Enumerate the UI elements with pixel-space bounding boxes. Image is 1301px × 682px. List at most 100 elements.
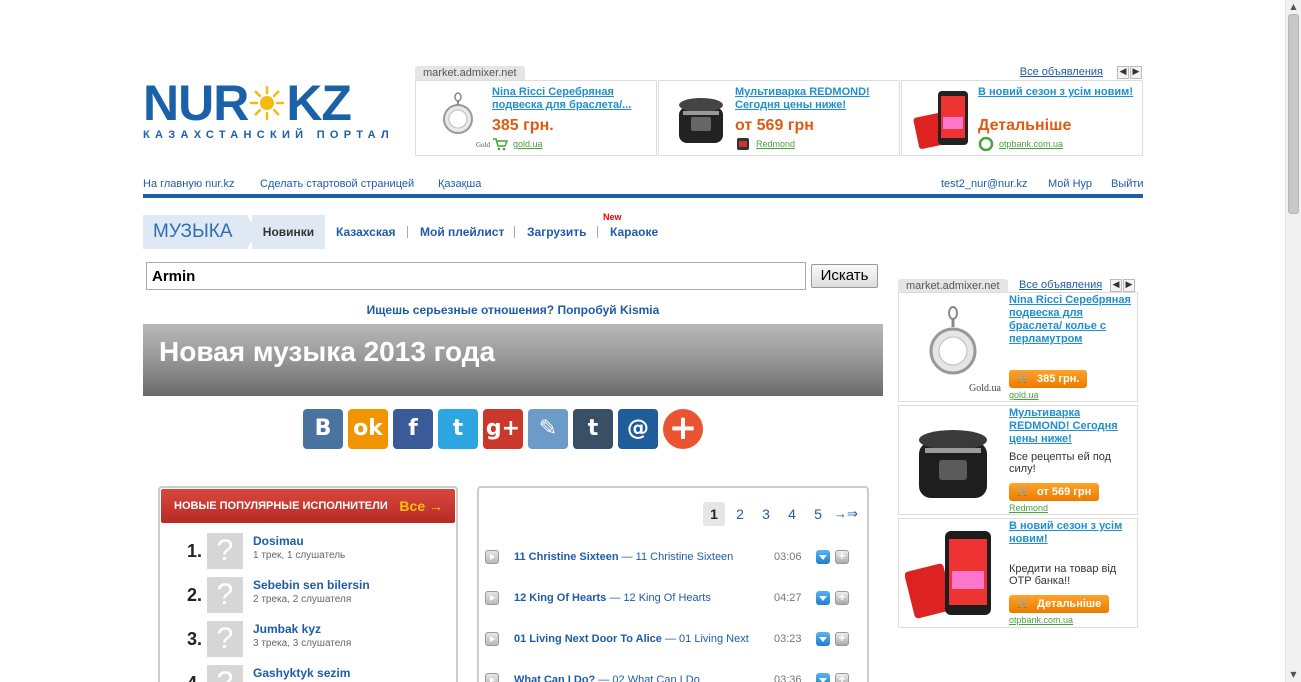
search-button[interactable]: Искать bbox=[811, 264, 878, 288]
ad-card[interactable]: В новий сезон з усім новим! Детальніше o… bbox=[901, 80, 1143, 156]
avatar: ? bbox=[207, 621, 243, 657]
tumblr-icon[interactable]: t bbox=[573, 409, 613, 449]
page-scrollbar[interactable]: ▲ ▼ bbox=[1285, 0, 1301, 682]
nur-kz-logo[interactable]: NUR KZ КАЗАХСТАНСКИЙ ПОРТАЛ bbox=[143, 75, 394, 144]
kismia-promo-link[interactable]: Ищешь серьезные отношения? Попробуй Kism… bbox=[143, 303, 883, 317]
top-ad-block: market.admixer.net Все объявления ◀ ▶ Go… bbox=[415, 66, 1143, 156]
search-input[interactable] bbox=[146, 262, 806, 290]
page-3[interactable]: 3 bbox=[755, 502, 777, 526]
livejournal-icon[interactable]: ✎ bbox=[528, 409, 568, 449]
download-icon[interactable] bbox=[816, 673, 830, 682]
googleplus-icon[interactable]: g+ bbox=[483, 409, 523, 449]
page-banner: Новая музыка 2013 года bbox=[143, 324, 883, 396]
mailru-icon[interactable]: @ bbox=[618, 409, 658, 449]
ad-description: Кредити на товар від ОТР банка!! bbox=[1009, 563, 1117, 587]
artist-name[interactable]: Jumbak kyz bbox=[253, 622, 321, 636]
scroll-down-icon[interactable]: ▼ bbox=[1286, 668, 1301, 682]
artist-name[interactable]: Sebebin sen bilersin bbox=[253, 578, 370, 592]
ad-source-label: market.admixer.net bbox=[898, 279, 1008, 293]
ad-card[interactable]: Мультиварка REDMOND! Сегодня цены ниже! … bbox=[898, 405, 1138, 515]
artist-name[interactable]: Dosimau bbox=[253, 534, 304, 548]
download-icon[interactable] bbox=[816, 632, 830, 646]
tab-new-releases[interactable]: Новинки bbox=[252, 215, 325, 249]
ad-title[interactable]: В новий сезон з усім новим! bbox=[978, 86, 1138, 99]
facebook-icon[interactable]: f bbox=[393, 409, 433, 449]
ad-title[interactable]: Мультиварка REDMOND! Сегодня цены ниже! bbox=[735, 86, 895, 112]
svg-text:Gold.ua: Gold.ua bbox=[969, 383, 1001, 394]
tab-kazakh[interactable]: Казахская bbox=[336, 215, 396, 249]
kazakh-language-link[interactable]: Қазақша bbox=[438, 178, 481, 190]
logo-tagline: КАЗАХСТАНСКИЙ ПОРТАЛ bbox=[143, 129, 394, 141]
ad-description: Все рецепты ей под силу! bbox=[1009, 451, 1112, 475]
table-row: What Can I Do? — 02 What Can I Do 03:36 … bbox=[485, 670, 857, 682]
ad-domain[interactable]: gold.ua bbox=[513, 139, 543, 149]
logo-text-kz: KZ bbox=[286, 75, 352, 131]
start-page-link[interactable]: Сделать стартовой страницей bbox=[260, 178, 414, 190]
artist-name[interactable]: Gashyktyk sezim bbox=[253, 666, 350, 680]
home-link[interactable]: На главную nur.kz bbox=[143, 178, 235, 190]
vk-icon[interactable]: B bbox=[303, 409, 343, 449]
play-icon[interactable] bbox=[485, 550, 499, 564]
ad-price-button[interactable]: от 569 грн bbox=[1009, 483, 1100, 501]
tab-upload[interactable]: Загрузить bbox=[527, 215, 586, 249]
ad-domain[interactable]: Redmond bbox=[756, 139, 795, 149]
my-nur-link[interactable]: Мой Нур bbox=[1048, 178, 1092, 190]
track-title[interactable]: 12 King Of Hearts — 12 King Of Hearts bbox=[514, 592, 711, 604]
artist-rank: 1. bbox=[186, 541, 202, 561]
next-arrow-icon[interactable]: ▶ bbox=[1123, 279, 1135, 292]
prev-arrow-icon[interactable]: ◀ bbox=[1117, 66, 1129, 79]
add-to-playlist-icon[interactable]: + bbox=[835, 591, 849, 605]
page-2[interactable]: 2 bbox=[729, 502, 751, 526]
track-title[interactable]: 11 Christine Sixteen — 11 Christine Sixt… bbox=[514, 551, 733, 563]
ad-domain[interactable]: Redmond bbox=[1009, 503, 1048, 513]
logout-link[interactable]: Выйти bbox=[1111, 178, 1144, 190]
ad-price-button[interactable]: 385 грн. bbox=[1009, 370, 1088, 388]
odnoklassniki-icon[interactable]: ok bbox=[348, 409, 388, 449]
next-page-arrow[interactable]: →⇒ bbox=[833, 502, 859, 526]
ad-title[interactable]: Nina Ricci Серебряная подвеска для брасл… bbox=[492, 86, 652, 112]
logo-text-nur: NUR bbox=[143, 75, 249, 131]
ad-price-button[interactable]: Детальніше bbox=[1009, 595, 1110, 613]
add-to-playlist-icon[interactable]: + bbox=[835, 632, 849, 646]
more-icon[interactable]: + bbox=[663, 409, 703, 449]
play-icon[interactable] bbox=[485, 673, 499, 682]
all-ads-link[interactable]: Все объявления bbox=[1019, 279, 1102, 291]
ad-title[interactable]: Мультиварка REDMOND! Сегодня цены ниже! bbox=[1009, 407, 1135, 446]
ad-domain[interactable]: otpbank.com.ua bbox=[1009, 615, 1073, 625]
ad-card[interactable]: В новий сезон з усім новим! Кредити на т… bbox=[898, 518, 1138, 628]
download-icon[interactable] bbox=[816, 591, 830, 605]
page-5[interactable]: 5 bbox=[807, 502, 829, 526]
twitter-icon[interactable]: t bbox=[438, 409, 478, 449]
ad-domain[interactable]: otpbank.com.ua bbox=[999, 139, 1063, 149]
user-email-link[interactable]: test2_nur@nur.kz bbox=[941, 178, 1027, 190]
play-icon[interactable] bbox=[485, 632, 499, 646]
all-artists-link[interactable]: Все → bbox=[399, 489, 443, 523]
ad-card[interactable]: Gold.ua Nina Ricci Серебряная подвеска д… bbox=[415, 80, 657, 156]
add-to-playlist-icon[interactable]: + bbox=[835, 550, 849, 564]
ad-title[interactable]: В новий сезон з усім новим! bbox=[1009, 520, 1135, 546]
artists-header: НОВЫЕ ПОПУЛЯРНЫЕ ИСПОЛНИТЕЛИ Все → bbox=[161, 489, 455, 523]
ad-card[interactable]: Gold.ua Nina Ricci Серебряная подвеска д… bbox=[898, 292, 1138, 402]
scroll-up-icon[interactable]: ▲ bbox=[1286, 0, 1301, 14]
page-4[interactable]: 4 bbox=[781, 502, 803, 526]
scrollbar-thumb[interactable] bbox=[1288, 14, 1299, 214]
download-icon[interactable] bbox=[816, 550, 830, 564]
track-title[interactable]: 01 Living Next Door To Alice — 01 Living… bbox=[514, 633, 749, 645]
ad-domain[interactable]: gold.ua bbox=[1009, 390, 1039, 400]
ad-title[interactable]: Nina Ricci Серебряная подвеска для брасл… bbox=[1009, 294, 1135, 346]
menu-separator bbox=[514, 226, 515, 238]
add-to-playlist-icon[interactable]: + bbox=[835, 673, 849, 682]
track-title[interactable]: What Can I Do? — 02 What Can I Do bbox=[514, 674, 700, 682]
tab-karaoke[interactable]: Караоке bbox=[610, 215, 658, 249]
ad-card[interactable]: Мультиварка REDMOND! Сегодня цены ниже! … bbox=[658, 80, 900, 156]
next-arrow-icon[interactable]: ▶ bbox=[1130, 66, 1142, 79]
prev-arrow-icon[interactable]: ◀ bbox=[1110, 279, 1122, 292]
play-icon[interactable] bbox=[485, 591, 499, 605]
track-duration: 03:23 bbox=[774, 633, 802, 645]
music-section-label[interactable]: МУЗЫКА bbox=[143, 215, 257, 249]
all-ads-link[interactable]: Все объявления bbox=[1020, 66, 1103, 78]
page-1[interactable]: 1 bbox=[703, 502, 725, 526]
ad-nav-buttons: ◀ ▶ bbox=[1110, 279, 1135, 292]
tab-my-playlist[interactable]: Мой плейлист bbox=[420, 215, 504, 249]
menu-separator bbox=[597, 226, 598, 238]
